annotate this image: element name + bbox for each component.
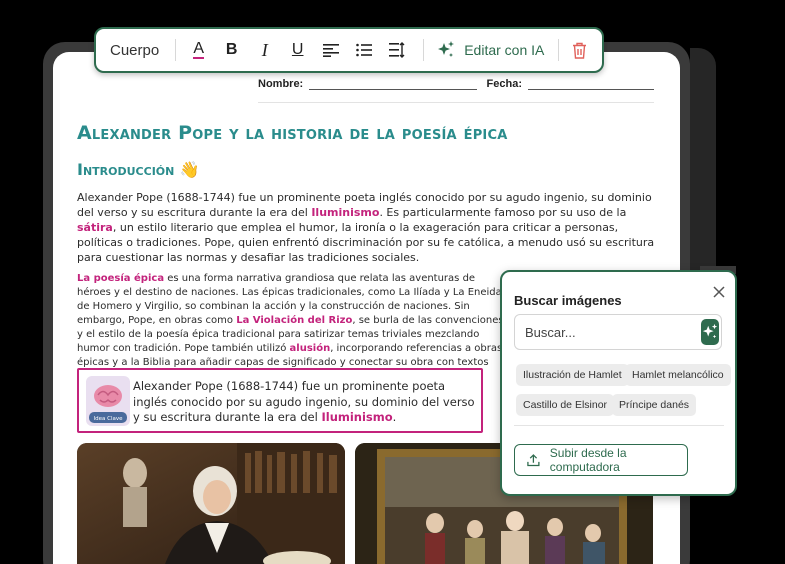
image-search-panel: Buscar imágenes Ilustración de Hamlet Ha… <box>500 270 737 496</box>
sparkle-icon <box>702 323 718 339</box>
sparkle-icon <box>438 41 455 57</box>
text-run: . <box>392 410 397 424</box>
italic-icon: I <box>261 39 268 60</box>
highlight-term: sátira <box>77 221 113 234</box>
header-divider <box>258 102 654 103</box>
bullet-list-button[interactable] <box>347 35 380 65</box>
portrait-image[interactable] <box>77 443 345 564</box>
italic-button[interactable]: I <box>248 35 281 65</box>
suggestion-chip[interactable]: Castillo de Elsinor <box>516 394 615 416</box>
highlight-term: Iluminismo <box>321 410 393 424</box>
text-run: Alexander Pope (1688-1744) fue un promin… <box>133 379 475 424</box>
bullet-list-icon <box>355 43 372 57</box>
text-run: , un estilo literario que emplea el humo… <box>77 221 655 264</box>
text-color-icon: A <box>193 40 205 59</box>
upload-icon <box>527 454 540 467</box>
search-box <box>514 314 722 350</box>
paragraph-style-dropdown[interactable]: Cuerpo <box>96 42 175 59</box>
close-icon <box>713 286 725 298</box>
underline-icon: U <box>291 41 304 58</box>
callout-text: Alexander Pope (1688-1744) fue un promin… <box>133 379 477 426</box>
text-color-button[interactable]: A <box>182 35 215 65</box>
panel-divider <box>514 425 724 426</box>
document-title[interactable]: Alexander Pope y la historia de la poesí… <box>77 122 507 144</box>
align-left-icon <box>322 44 339 57</box>
more-format-button[interactable] <box>380 35 413 65</box>
more-format-icon <box>388 42 405 58</box>
trash-icon <box>572 42 586 59</box>
ai-search-button[interactable] <box>701 319 719 345</box>
edit-with-ai-label: Editar con IA <box>464 42 545 58</box>
name-label: Nombre: <box>258 78 304 90</box>
edit-with-ai-button[interactable]: Editar con IA <box>424 40 558 60</box>
header-fields: Nombre: Fecha: <box>258 78 654 90</box>
bold-button[interactable]: B <box>215 35 248 65</box>
upload-button[interactable]: Subir desde la computadora <box>514 444 688 476</box>
bold-icon: B <box>225 41 238 58</box>
waving-hand-icon: 👋 <box>179 160 200 179</box>
suggestion-chip[interactable]: Príncipe danés <box>612 394 697 416</box>
intro-paragraph[interactable]: Alexander Pope (1688-1744) fue un promin… <box>77 190 655 265</box>
section-heading[interactable]: Introducción 👋 <box>77 160 200 179</box>
panel-title: Buscar imágenes <box>514 293 622 308</box>
align-left-button[interactable] <box>314 35 347 65</box>
badge-label: Idea Clave <box>94 416 124 422</box>
highlight-term: La poesía épica <box>77 273 165 284</box>
text-run: . Es particularmente famoso por su uso d… <box>379 206 627 219</box>
key-idea-callout[interactable]: Idea Clave Alexander Pope (1688-1744) fu… <box>77 368 483 433</box>
format-toolbar: Cuerpo A B I U Editar con IA <box>94 27 604 73</box>
underline-button[interactable]: U <box>281 35 314 65</box>
portrait-illustration <box>77 443 345 564</box>
brain-icon: Idea Clave <box>89 385 127 423</box>
suggestion-chip[interactable]: Hamlet melancólico <box>625 364 731 386</box>
section-heading-text: Introducción <box>77 160 175 179</box>
delete-button[interactable] <box>559 42 599 59</box>
date-label: Fecha: <box>486 78 523 90</box>
name-field[interactable] <box>309 78 477 90</box>
key-idea-badge: Idea Clave <box>86 376 130 426</box>
highlight-term: alusión <box>289 343 331 354</box>
toolbar-divider <box>175 39 177 61</box>
search-input[interactable] <box>515 317 701 347</box>
highlight-term: Iluminismo <box>311 206 380 219</box>
upload-label: Subir desde la computadora <box>549 446 627 474</box>
close-button[interactable] <box>711 284 727 300</box>
highlight-term: La Violación del Rizo <box>236 315 353 326</box>
suggestion-chip[interactable]: Ilustración de Hamlet <box>516 364 629 386</box>
date-field[interactable] <box>528 78 654 90</box>
